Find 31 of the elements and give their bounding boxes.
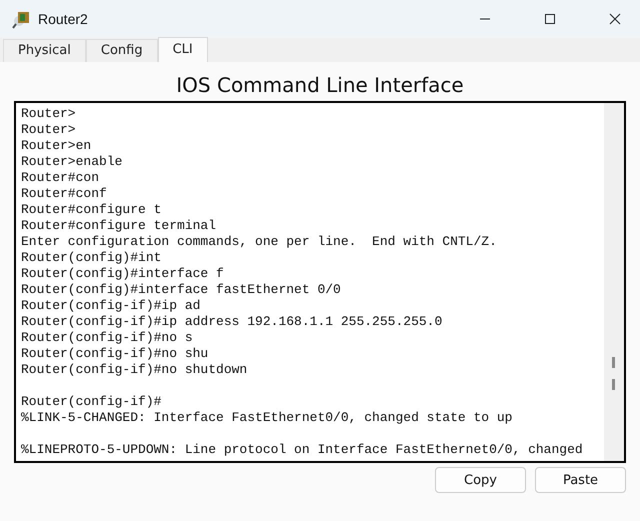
router-icon: [12, 9, 32, 29]
button[interactable]: Copy: [435, 467, 526, 493]
terminal-line: Router#configure terminal: [21, 218, 218, 234]
tab[interactable]: Config: [86, 39, 158, 62]
terminal-line: Router(config-if)#no s: [21, 330, 194, 346]
terminal-line: Router>: [21, 106, 77, 122]
terminal-line: Router>: [21, 122, 77, 138]
terminal-line: Router#configure t: [21, 202, 162, 218]
terminal-line: Router(config-if)#: [21, 394, 162, 410]
scrollbar[interactable]: [604, 103, 624, 461]
terminal-line: Router(config-if)#no shu: [21, 346, 210, 362]
terminal-line: Router>en: [21, 138, 92, 154]
terminal-line: %LINK-5-CHANGED: Interface FastEthernet0/0, changed state to up: [21, 410, 514, 426]
terminal-line: Router#con: [21, 170, 100, 186]
terminal-line: Router#conf: [21, 186, 108, 202]
tab[interactable]: CLI: [158, 37, 208, 62]
terminal-line: %LINEPROTO-5-UPDOWN: Line protocol on Interface FastEthernet0/0, changed: [21, 442, 584, 458]
maximize-icon[interactable]: [544, 13, 556, 25]
tab[interactable]: Physical: [3, 39, 86, 62]
button[interactable]: Paste: [535, 467, 626, 493]
terminal-line: Router(config-if)#ip address 192.168.1.1 255.255.255.0: [21, 314, 444, 330]
window-title: Router2: [38, 11, 88, 27]
terminal-line: Router(config-if)#ip ad: [21, 298, 202, 314]
terminal-line: Router(config-if)#no shutdown: [21, 362, 248, 378]
terminal-line: Enter configuration commands, one per line. End with CNTL/Z.: [21, 234, 498, 250]
panel-heading: IOS Command Line Interface: [175, 72, 465, 99]
close-icon[interactable]: [609, 13, 621, 25]
terminal-line: Router(config)#interface fastEthernet 0/0: [21, 282, 342, 298]
terminal-line: Router(config)#int: [21, 250, 162, 266]
terminal-line: Router(config)#interface f: [21, 266, 225, 282]
terminal-line: Router>enable: [21, 154, 124, 170]
